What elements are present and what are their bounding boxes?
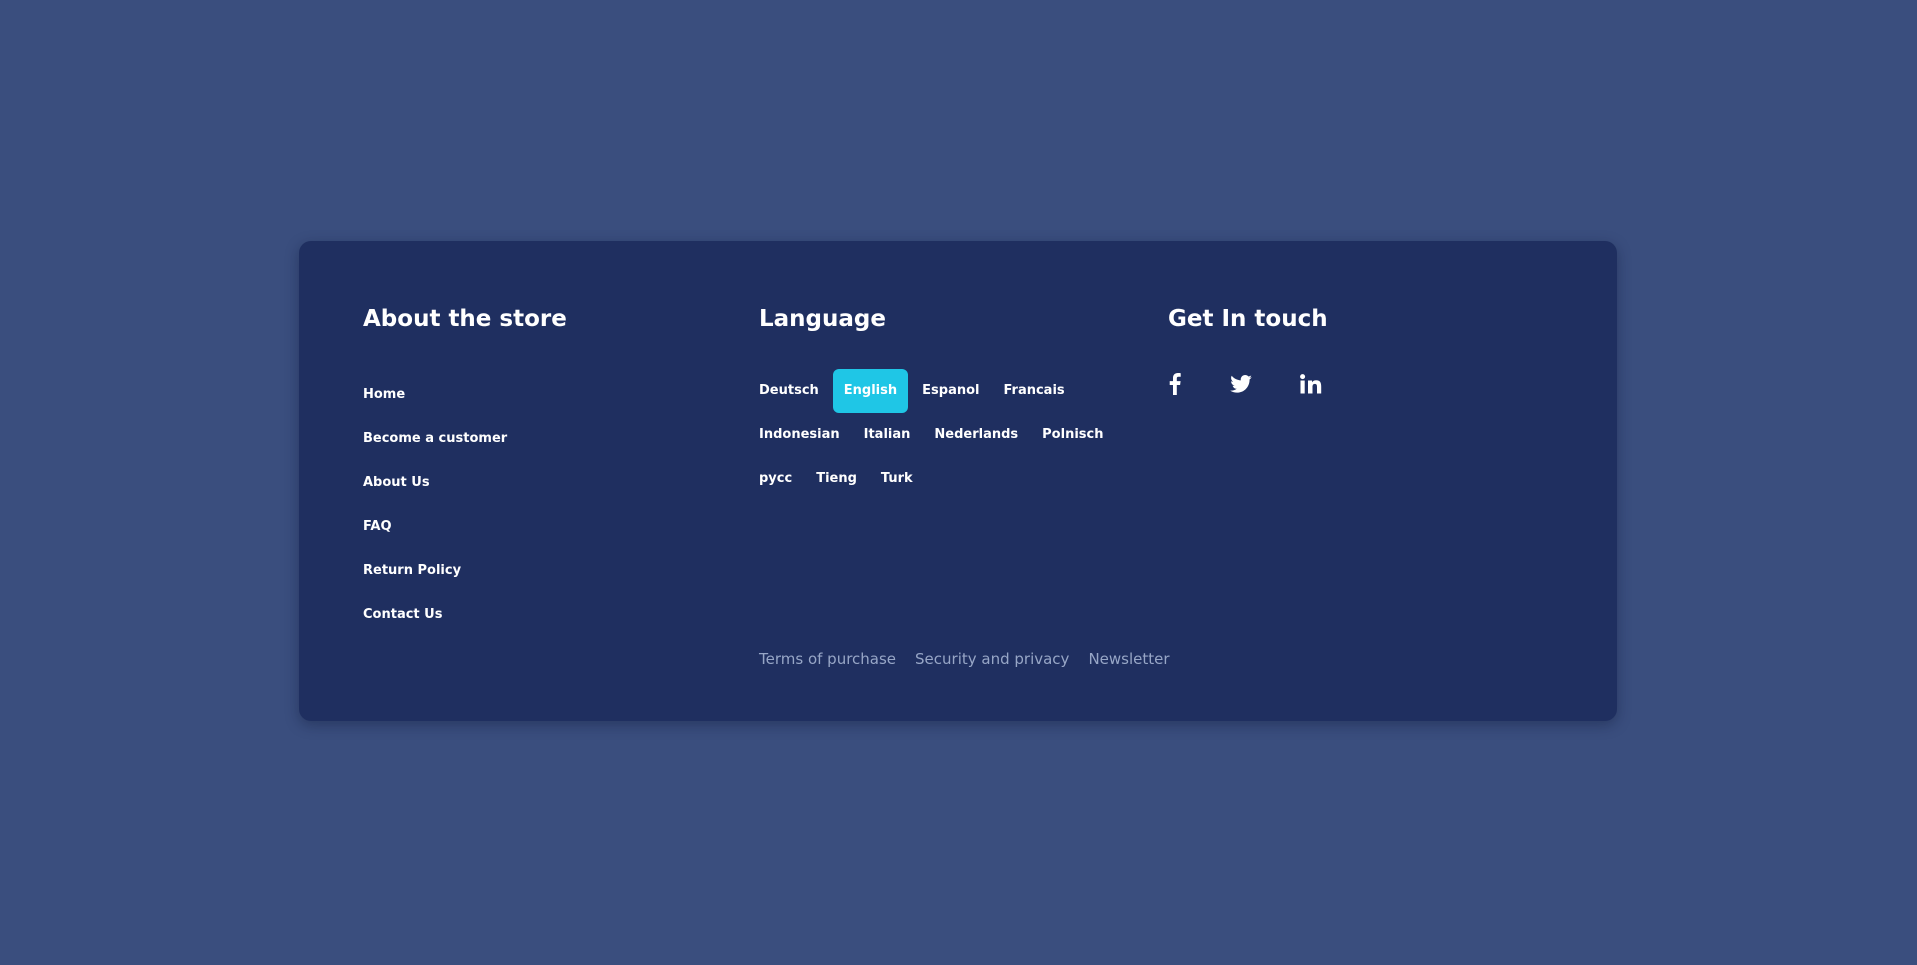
social-links — [1168, 369, 1322, 399]
language-option-tieng[interactable]: Tieng — [804, 457, 869, 501]
faq-link[interactable]: FAQ — [363, 519, 392, 534]
newsletter-link[interactable]: Newsletter — [1088, 649, 1169, 669]
list-item: Return Policy — [363, 547, 507, 591]
terms-of-purchase-link[interactable]: Terms of purchase — [759, 649, 896, 669]
home-link[interactable]: Home — [363, 387, 405, 402]
twitter-icon[interactable] — [1230, 369, 1252, 399]
language-title: Language — [759, 306, 886, 332]
language-row: Deutsch English Espanol Francais — [759, 369, 1119, 413]
list-item: FAQ — [363, 503, 507, 547]
language-option-espanol[interactable]: Espanol — [910, 369, 991, 413]
about-us-link[interactable]: About Us — [363, 475, 430, 490]
language-row: Indonesian Italian Nederlands Polnisch — [759, 413, 1119, 457]
legal-links: Terms of purchase Security and privacy N… — [759, 649, 1189, 669]
footer-card: About the store Home Become a customer A… — [299, 241, 1617, 721]
list-item: Contact Us — [363, 591, 507, 635]
about-title: About the store — [363, 306, 567, 332]
language-selector: Deutsch English Espanol Francais Indones… — [759, 369, 1119, 501]
about-links: Home Become a customer About Us FAQ Retu… — [363, 371, 507, 635]
linkedin-icon[interactable] — [1300, 369, 1322, 399]
facebook-icon[interactable] — [1168, 369, 1182, 399]
contact-us-link[interactable]: Contact Us — [363, 607, 442, 622]
language-option-english[interactable]: English — [832, 369, 909, 413]
language-option-francais[interactable]: Francais — [991, 369, 1076, 413]
list-item: Home — [363, 371, 507, 415]
return-policy-link[interactable]: Return Policy — [363, 563, 461, 578]
become-customer-link[interactable]: Become a customer — [363, 431, 507, 446]
language-option-nederlands[interactable]: Nederlands — [922, 413, 1030, 457]
security-privacy-link[interactable]: Security and privacy — [915, 649, 1069, 669]
language-option-deutsch[interactable]: Deutsch — [759, 369, 831, 413]
language-row: pycc Tieng Turk — [759, 457, 1119, 501]
language-option-polnisch[interactable]: Polnisch — [1030, 413, 1115, 457]
contact-title: Get In touch — [1168, 306, 1328, 332]
list-item: Become a customer — [363, 415, 507, 459]
language-option-indonesian[interactable]: Indonesian — [759, 413, 852, 457]
list-item: About Us — [363, 459, 507, 503]
language-option-pycc[interactable]: pycc — [759, 457, 804, 501]
language-option-turk[interactable]: Turk — [869, 457, 925, 501]
language-option-italian[interactable]: Italian — [852, 413, 923, 457]
